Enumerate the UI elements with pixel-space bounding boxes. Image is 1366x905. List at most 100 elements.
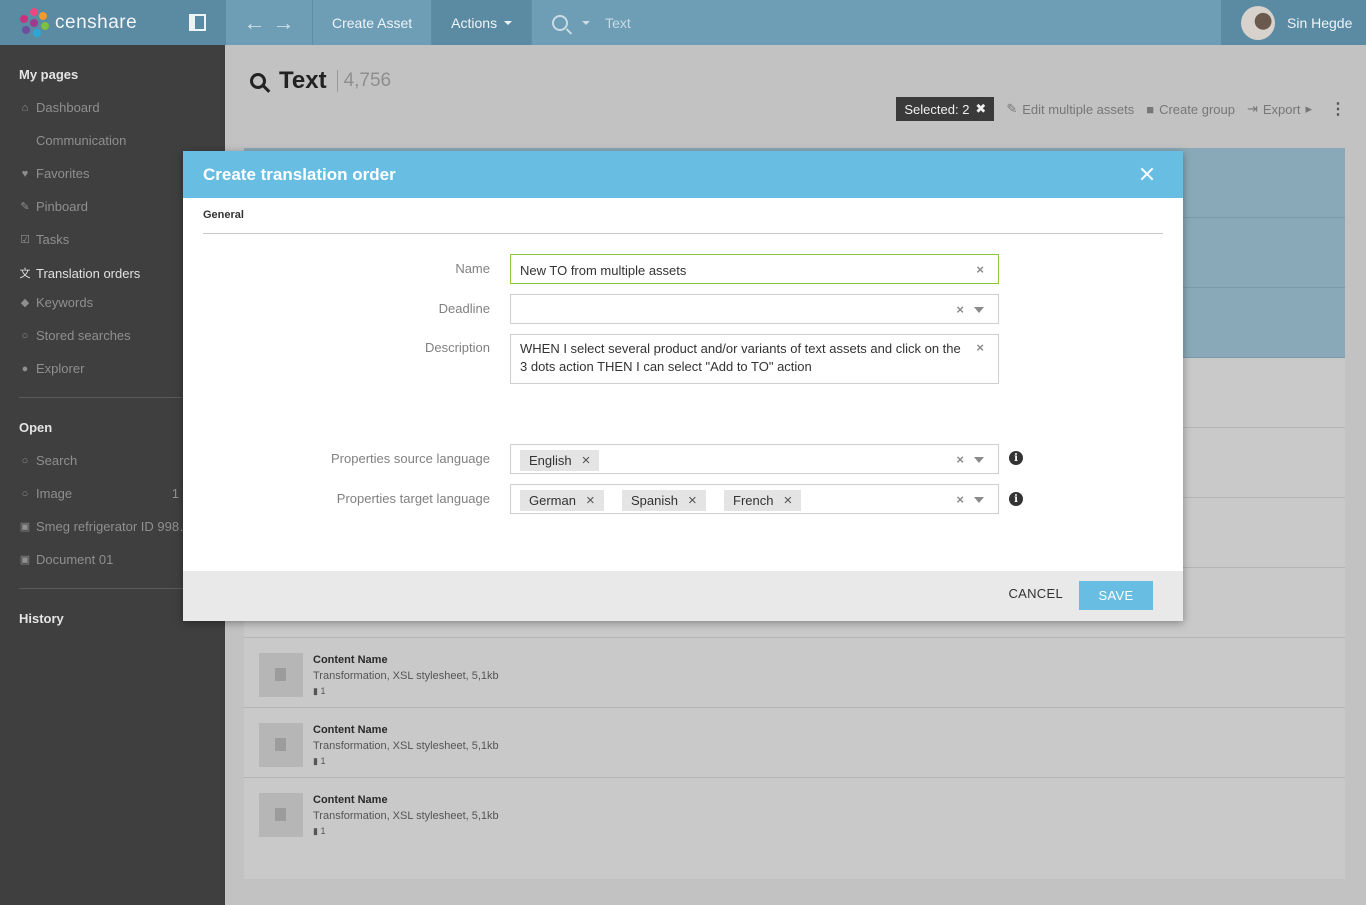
target-language-label: Properties target language <box>336 491 490 506</box>
create-group-button[interactable]: ■ Create group <box>1146 102 1235 117</box>
source-language-select[interactable]: English × × <box>510 444 999 474</box>
compass-icon: ● <box>21 362 29 375</box>
remove-tag-icon[interactable]: × <box>688 492 697 509</box>
sidebar-item-communication[interactable]: Communication <box>19 133 219 148</box>
actions-label: Actions <box>451 14 498 31</box>
create-asset-button[interactable]: Create Asset <box>313 0 433 45</box>
actions-menu[interactable]: Actions <box>432 0 533 45</box>
top-bar: censhare ← → Create Asset Actions Text S… <box>0 0 1366 45</box>
export-button[interactable]: ⇥ Export ▸ <box>1247 101 1312 117</box>
image-icon: ▣ <box>19 521 31 533</box>
deadline-label: Deadline <box>438 301 490 316</box>
row-versions: ▮ 1 <box>313 826 326 836</box>
chevron-right-icon: ▸ <box>1305 101 1312 116</box>
dialog-footer: CANCEL SAVE <box>183 571 1183 621</box>
remove-tag-icon[interactable]: × <box>582 452 591 469</box>
file-icon <box>259 793 303 837</box>
toolbar: Selected: 2 ✖ ✎ Edit multiple assets ■ C… <box>896 97 1346 121</box>
global-search[interactable]: Text <box>532 0 1221 45</box>
info-icon[interactable]: i <box>1009 451 1023 465</box>
row-meta: Transformation, XSL stylesheet, 5,1kb <box>313 740 499 752</box>
deadline-field[interactable]: × <box>510 294 999 324</box>
name-field[interactable]: New TO from multiple assets × <box>510 254 999 284</box>
remove-tag-icon[interactable]: × <box>586 492 595 509</box>
sidebar-toggle-icon[interactable] <box>189 14 206 31</box>
clear-deadline-icon[interactable]: × <box>956 302 964 317</box>
source-language-label: Properties source language <box>331 451 490 466</box>
description-value: WHEN I select several product and/or var… <box>520 341 961 374</box>
cancel-button[interactable]: CANCEL <box>1008 586 1063 601</box>
row-meta: Transformation, XSL stylesheet, 5,1kb <box>313 810 499 822</box>
name-value: New TO from multiple assets <box>520 263 687 278</box>
tag-icon: ◆ <box>20 297 30 309</box>
language-tag: German × <box>520 490 604 511</box>
close-icon[interactable] <box>1139 166 1155 182</box>
clear-description-icon[interactable]: × <box>976 340 984 355</box>
clear-selection-icon[interactable]: ✖ <box>975 101 986 117</box>
my-pages-title: My pages <box>19 67 79 82</box>
tab-general[interactable]: General <box>203 209 244 221</box>
folder-icon: ■ <box>1146 101 1155 117</box>
user-name: Sin Hegde <box>1287 14 1353 31</box>
brand-name: censhare <box>55 11 138 33</box>
forward-arrow-icon[interactable]: → <box>273 11 295 34</box>
description-label: Description <box>424 340 490 355</box>
item-count: 1 <box>171 486 179 501</box>
info-icon[interactable]: i <box>1009 492 1023 506</box>
chevron-down-icon[interactable] <box>974 307 984 313</box>
search-icon: ○ <box>21 454 29 467</box>
open-title: Open <box>19 420 53 435</box>
user-menu[interactable]: Sin Hegde <box>1221 0 1366 45</box>
description-field[interactable]: WHEN I select several product and/or var… <box>510 334 999 384</box>
history-title[interactable]: History <box>19 611 64 626</box>
row-name: Content Name <box>313 724 388 736</box>
export-icon: ⇥ <box>1246 101 1258 116</box>
language-tag: Spanish × <box>622 490 706 511</box>
clear-target-icon[interactable]: × <box>956 492 964 507</box>
search-icon: ○ <box>21 329 29 342</box>
save-button[interactable]: SAVE <box>1079 581 1153 610</box>
row-name: Content Name <box>313 794 388 806</box>
sidebar-item-dashboard[interactable]: ⌂ Dashboard <box>19 100 219 115</box>
clear-source-icon[interactable]: × <box>956 452 964 467</box>
translate-icon: 文 <box>19 268 31 280</box>
search-scope: Text <box>605 14 631 31</box>
remove-tag-icon[interactable]: × <box>783 492 792 509</box>
row-versions: ▮ 1 <box>313 686 326 696</box>
row-name: Content Name <box>313 654 388 666</box>
search-icon <box>250 73 266 89</box>
censhare-logo-icon <box>19 7 49 38</box>
selection-badge[interactable]: Selected: 2 ✖ <box>896 97 995 121</box>
clear-name-icon[interactable]: × <box>976 262 984 277</box>
history-nav: ← → <box>226 0 313 45</box>
brand: censhare <box>0 0 226 45</box>
target-language-select[interactable]: German × Spanish × French × × <box>510 484 999 514</box>
back-arrow-icon[interactable]: ← <box>244 11 266 34</box>
edit-multiple-button[interactable]: ✎ Edit multiple assets <box>1006 101 1134 117</box>
table-row[interactable]: Content Name Transformation, XSL stylesh… <box>244 778 1345 848</box>
avatar <box>1241 5 1275 40</box>
chevron-down-icon[interactable] <box>974 457 984 463</box>
file-icon <box>259 723 303 767</box>
page-title: Text 4,756 <box>250 67 391 95</box>
dialog-header: Create translation order <box>183 151 1183 198</box>
language-tag: French × <box>724 490 802 511</box>
pencil-icon: ✎ <box>1006 101 1018 116</box>
checkbox-icon: ☑ <box>20 234 30 246</box>
create-translation-order-dialog: Create translation order General Name Ne… <box>183 151 1183 621</box>
table-row[interactable]: Content Name Transformation, XSL stylesh… <box>244 638 1345 708</box>
table-row[interactable]: Content Name Transformation, XSL stylesh… <box>244 708 1345 778</box>
home-icon: ⌂ <box>21 101 29 114</box>
row-versions: ▮ 1 <box>313 756 326 766</box>
tab-divider <box>203 233 1163 234</box>
heart-icon: ♥ <box>21 167 29 180</box>
search-icon: ○ <box>21 487 29 500</box>
more-actions-icon[interactable]: ⋮ <box>1330 99 1346 119</box>
file-icon <box>259 653 303 697</box>
dialog-title: Create translation order <box>203 164 396 184</box>
name-label: Name <box>455 261 490 276</box>
search-icon <box>552 14 569 31</box>
result-count: 4,756 <box>336 70 391 92</box>
search-scope-dropdown-icon[interactable] <box>582 20 591 25</box>
chevron-down-icon[interactable] <box>974 497 984 503</box>
